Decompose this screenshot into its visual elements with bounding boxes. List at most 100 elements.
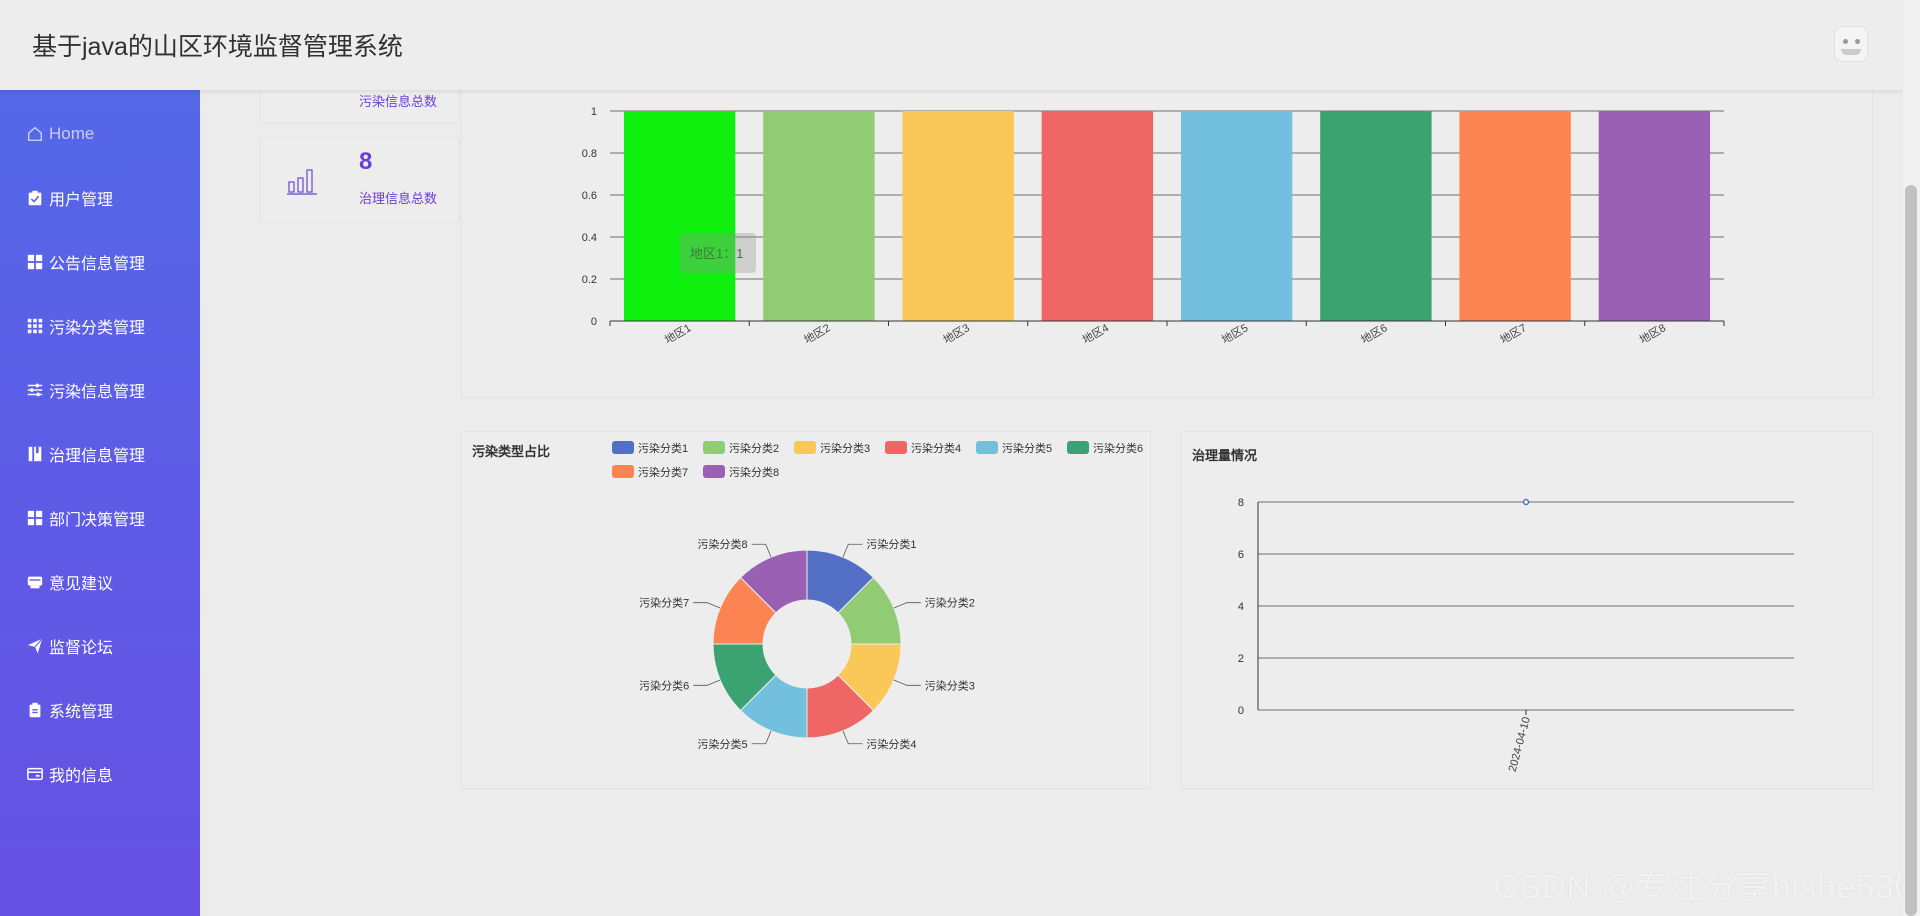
- sidebar-item-label: 意见建议: [49, 576, 114, 593]
- sidebar: Home 用户管理 公告信息管理 污染分类管理 污染信息管理 治理信息管理 部门…: [0, 90, 200, 916]
- y-tick-label: 2: [1238, 653, 1244, 665]
- pollution-type-pie-panel: 污染类型占比 污染分类1 污染分类2 污染分类3 污染分类4 污染分类5 污染分类6 污染分…: [461, 431, 1151, 789]
- apps-icon: [25, 316, 45, 336]
- pollution-type-pie-chart[interactable]: 污染分类1 污染分类2 污染分类3 污染分类4 污染分类5 污染分类6 污染分类7 污染分类8…: [462, 432, 1152, 790]
- region-bar-chart[interactable]: 0 0.2 0.4 0.6 0.8 1 地区1 地区2 地区3 地区4 地区5 地区6 地区7 地区8 地区…: [462, 73, 1874, 399]
- line-point: [1522, 498, 1530, 506]
- csdn-watermark: CSDN @专注分享bishe530: [1493, 868, 1914, 905]
- y-tick-label: 6: [1238, 549, 1244, 561]
- legend-label: 污染分类8: [729, 465, 779, 479]
- legend-label: 污染分类1: [638, 441, 688, 455]
- pie-label-line: [751, 730, 772, 745]
- sidebar-item-my-info[interactable]: 我的信息: [0, 742, 200, 806]
- bar-chart-icon: [287, 169, 317, 195]
- pie-label: 污染分类7: [639, 596, 689, 610]
- x-tick-label: 地区4: [1080, 321, 1111, 346]
- sidebar-item-label: 我的信息: [49, 768, 114, 785]
- pie-label: 污染分类3: [925, 678, 975, 692]
- bar-3: [902, 111, 1014, 321]
- sidebar-item-department-decision-management[interactable]: 部门决策管理: [0, 486, 200, 550]
- sidebar-item-label: 污染分类管理: [49, 320, 146, 337]
- legend-swatch: [1067, 441, 1089, 454]
- sidebar-item-home[interactable]: Home: [0, 102, 200, 166]
- sidebar-item-label: 部门决策管理: [49, 512, 146, 529]
- sidebar-item-system-management[interactable]: 系统管理: [0, 678, 200, 742]
- governance-line-chart[interactable]: 0 2 4 6 8 2024-04-10: [1182, 432, 1874, 790]
- sidebar-item-pollution-info-management[interactable]: 污染信息管理: [0, 358, 200, 422]
- clipboard-check-icon: [25, 188, 45, 208]
- bar-6: [1320, 111, 1432, 321]
- page-scrollbar[interactable]: [1902, 0, 1920, 916]
- sidebar-item-supervision-forum[interactable]: 监督论坛: [0, 614, 200, 678]
- inbox-icon: [25, 572, 45, 592]
- home-icon: [25, 124, 45, 144]
- x-tick-label: 地区5: [1219, 321, 1250, 346]
- pie-label-line: [751, 543, 772, 558]
- sidebar-item-label: 系统管理: [49, 704, 114, 721]
- stat-label: 治理信息总数: [359, 191, 438, 206]
- pie-label: 污染分类5: [698, 737, 748, 751]
- app-title: 基于java的山区环境监督管理系统: [32, 33, 403, 61]
- sidebar-item-governance-info-management[interactable]: 治理信息管理: [0, 422, 200, 486]
- x-tick-label: 地区1: [662, 321, 693, 346]
- bar-1: [623, 111, 736, 321]
- x-tick-label: 地区8: [1637, 321, 1668, 346]
- line-chart-title: 治理量情况: [1192, 448, 1258, 463]
- legend-swatch: [612, 441, 634, 454]
- legend-swatch: [794, 441, 816, 454]
- scrollbar-thumb[interactable]: [1905, 185, 1917, 916]
- pie-label-line: [693, 679, 721, 686]
- sidebar-item-label: 污染信息管理: [49, 384, 146, 401]
- pie-label-line: [842, 543, 863, 558]
- x-tick-label: 地区3: [941, 321, 972, 346]
- region-bar-chart-panel: 0 0.2 0.4 0.6 0.8 1 地区1 地区2 地区3 地区4 地区5 地区6 地区7 地区8 地区…: [461, 72, 1873, 398]
- bar-7: [1459, 111, 1571, 321]
- legend-swatch: [976, 441, 998, 454]
- pie-label: 污染分类8: [698, 537, 748, 551]
- sidebar-item-feedback[interactable]: 意见建议: [0, 550, 200, 614]
- sidebar-item-label: Home: [49, 124, 95, 143]
- grid-icon: [25, 508, 45, 528]
- user-avatar[interactable]: [1834, 26, 1868, 62]
- pie-chart-title: 污染类型占比: [472, 444, 551, 459]
- pie-label: 污染分类6: [639, 678, 689, 692]
- y-tick-label: 0.2: [582, 274, 597, 286]
- y-tick-label: 0.8: [582, 148, 597, 160]
- stat-value: 8: [359, 148, 373, 175]
- governance-line-panel: 治理量情况 0 2 4 6 8 2024-04-10: [1181, 431, 1873, 789]
- y-tick-label: 1: [591, 106, 597, 118]
- x-tick-label: 地区7: [1498, 321, 1529, 346]
- sidebar-item-pollution-category-management[interactable]: 污染分类管理: [0, 294, 200, 358]
- y-tick-label: 4: [1238, 601, 1244, 613]
- pie-label-line: [693, 602, 721, 609]
- sliders-icon: [25, 380, 45, 400]
- sidebar-item-label: 公告信息管理: [49, 256, 146, 273]
- grid-icon: [25, 252, 45, 272]
- stat-label: 污染信息总数: [359, 94, 438, 109]
- sidebar-item-user-management[interactable]: 用户管理: [0, 166, 200, 230]
- pie-label-line: [893, 602, 921, 609]
- legend-swatch: [612, 465, 634, 478]
- y-tick-label: 0: [591, 316, 597, 328]
- pie-label: 污染分类1: [866, 537, 916, 551]
- top-header: 基于java的山区环境监督管理系统: [0, 0, 1902, 90]
- bar-2: [763, 111, 875, 321]
- legend-label: 污染分类4: [911, 441, 961, 455]
- sidebar-item-label: 用户管理: [49, 192, 114, 209]
- x-tick-label: 地区2: [802, 321, 833, 346]
- book-icon: [25, 444, 45, 464]
- pie-label: 污染分类2: [925, 596, 975, 610]
- legend-label: 污染分类3: [820, 441, 870, 455]
- y-tick-label: 8: [1238, 497, 1244, 509]
- chart-tooltip-text: 地区1：1: [690, 246, 743, 261]
- sidebar-item-label: 监督论坛: [49, 640, 114, 657]
- stat-card-governance-total: 8 治理信息总数: [260, 137, 460, 223]
- y-tick-label: 0.6: [582, 190, 597, 202]
- x-tick-label: 2024-04-10: [1507, 716, 1533, 773]
- pie-label: 污染分类4: [866, 737, 916, 751]
- legend-label: 污染分类7: [638, 465, 688, 479]
- bar-8: [1598, 111, 1711, 321]
- sidebar-item-notice-management[interactable]: 公告信息管理: [0, 230, 200, 294]
- legend-label: 污染分类5: [1002, 441, 1052, 455]
- y-tick-label: 0.4: [582, 232, 597, 244]
